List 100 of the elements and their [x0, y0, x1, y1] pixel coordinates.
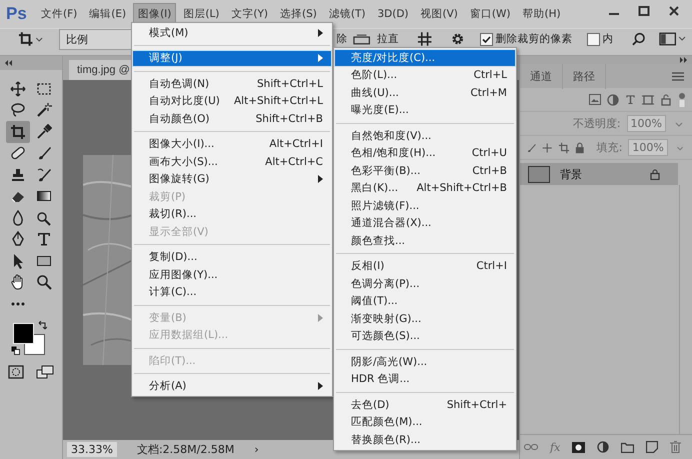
crop-icon	[10, 124, 26, 140]
menu-item[interactable]: 自然饱和度(V)...	[334, 127, 516, 144]
menu-item[interactable]: 颜色查找...	[334, 232, 516, 250]
screen-mode-icon[interactable]	[36, 364, 54, 378]
panel-tab[interactable]: 通道	[520, 64, 563, 88]
menu-item[interactable]: 色阶(L)... Ctrl+L	[334, 66, 516, 84]
layer-row[interactable]: 背景	[520, 163, 678, 185]
collapse-icon[interactable]	[4, 60, 14, 66]
quick-mask-icon[interactable]	[8, 364, 24, 378]
document-size-text: 文档:2.58M/2.58M	[136, 442, 234, 457]
new-layer-icon[interactable]	[646, 441, 658, 453]
menu-item[interactable]: 3D(D)	[372, 4, 414, 24]
menu-item[interactable]: 图像大小(I)... Alt+Ctrl+I	[132, 136, 332, 153]
menu-item[interactable]: 去色(D) Shift+Ctrl+	[334, 396, 516, 414]
trash-icon[interactable]	[670, 441, 682, 453]
close-icon[interactable]	[668, 5, 680, 17]
color-swatches-icon[interactable]	[13, 322, 45, 354]
menu-item[interactable]: 窗口(W)	[464, 3, 516, 25]
menu-item[interactable]: 帮助(H)	[518, 3, 566, 25]
menu-item[interactable]: 编辑(E)	[84, 3, 132, 25]
menu-item[interactable]: 匹配颜色(M)...	[334, 414, 516, 431]
menu-item[interactable]: 亮度/对比度(C)...	[334, 49, 516, 66]
fill-label: 填充:	[596, 140, 622, 155]
panel-icon[interactable]	[659, 32, 686, 46]
type-icon	[36, 231, 52, 248]
panel-tab[interactable]: 路径	[563, 64, 606, 88]
more-icon	[10, 302, 26, 306]
menu-item[interactable]: 选择(S)	[275, 3, 322, 25]
menu-item[interactable]: 视图(V)	[416, 3, 463, 25]
layer-name: 背景	[560, 166, 583, 182]
type-filter-icon[interactable]	[625, 94, 636, 105]
menu-item[interactable]: 曝光度(E)...	[334, 102, 516, 119]
menu-item[interactable]: 应用图像(Y)...	[132, 266, 332, 284]
menu-item[interactable]: 阴影/高光(W)...	[334, 353, 516, 370]
mask-icon[interactable]	[572, 442, 586, 452]
image-filter-icon[interactable]	[589, 94, 601, 105]
menu-icon[interactable]	[672, 72, 684, 80]
menu-item[interactable]: 图像旋转(G)	[132, 170, 332, 188]
maximize-icon[interactable]	[638, 5, 650, 17]
menu-item[interactable]: 阈值(T)...	[334, 292, 516, 310]
menu-item[interactable]: 替换颜色(R)...	[334, 431, 516, 448]
adjustment-layer-icon[interactable]	[597, 441, 610, 453]
clear-button[interactable]: 除	[336, 32, 348, 46]
default-colors-icon[interactable]	[11, 346, 20, 354]
menu-item[interactable]: 黑白(K)... Alt+Shift+Ctrl+B	[334, 180, 516, 197]
menu-item[interactable]: 通道混合器(X)...	[334, 214, 516, 232]
blur-icon	[10, 210, 26, 226]
checkbox-label: 删除裁剪的像素	[496, 32, 573, 46]
crop-tool[interactable]	[6, 121, 30, 142]
layer-thumbnail	[528, 166, 550, 182]
search-icon[interactable]	[632, 32, 646, 46]
filter-toggle-icon[interactable]	[678, 92, 686, 108]
straighten-button[interactable]: 拉直	[376, 32, 399, 46]
menu-item[interactable]: 色相/饱和度(H)... Ctrl+U	[334, 144, 516, 162]
marquee-icon	[36, 80, 52, 97]
menu-item[interactable]: 照片滤镜(F)...	[334, 197, 516, 214]
menu-item[interactable]: 计算(C)...	[132, 284, 332, 301]
shape-filter-icon[interactable]	[642, 94, 654, 106]
link-icon[interactable]	[524, 443, 538, 451]
menu-item[interactable]: 文字(Y)	[226, 3, 274, 25]
menu-item[interactable]: 复制(D)...	[132, 248, 332, 266]
folder-icon[interactable]	[621, 442, 634, 452]
app-logo[interactable]: Ps	[6, 4, 36, 24]
collapse-icon[interactable]	[678, 57, 688, 63]
checkbox[interactable]	[480, 32, 493, 46]
zoom-level-field[interactable]: 33.33%	[67, 442, 117, 457]
menu-item[interactable]: 曲线(U)... Ctrl+M	[334, 84, 516, 102]
menu-item[interactable]: 分析(A)	[132, 378, 332, 395]
menu-item[interactable]: 渐变映射(G)...	[334, 310, 516, 328]
menu-item[interactable]: 图层(L)	[178, 3, 224, 25]
lasso-icon	[10, 102, 26, 118]
menu-item[interactable]: 滤镜(T)	[324, 3, 370, 25]
settings-icon[interactable]	[450, 31, 466, 47]
checkbox-label: 内	[602, 32, 614, 46]
menu-item[interactable]: 自动对比度(U) Alt+Shift+Ctrl+L	[132, 92, 332, 110]
grid-icon[interactable]	[416, 31, 432, 47]
brush-icon	[36, 145, 52, 162]
menu-item[interactable]: 色调分离(P)...	[334, 275, 516, 292]
brush-lock-icon[interactable]	[526, 142, 536, 154]
menu-item[interactable]: 色彩平衡(B)... Ctrl+B	[334, 162, 516, 180]
menu-item[interactable]: 裁切(R)...	[132, 206, 332, 223]
swap-icon[interactable]	[38, 320, 47, 330]
status-menu-arrow[interactable]: ›	[254, 443, 259, 456]
menu-item[interactable]: 文件(F)	[36, 3, 82, 25]
menu-item[interactable]: 自动颜色(O) Shift+Ctrl+B	[132, 110, 332, 128]
menu-item[interactable]: HDR 色调...	[334, 370, 516, 388]
menu-item[interactable]: 反相(I) Ctrl+I	[334, 258, 516, 275]
move-lock-icon[interactable]	[542, 142, 553, 154]
adjustment-filter-icon[interactable]	[607, 94, 619, 106]
menu-item[interactable]: 调整(J)	[132, 50, 332, 67]
menu-item[interactable]: 画布大小(S)... Alt+Ctrl+C	[132, 153, 332, 170]
eyedropper-icon	[36, 124, 52, 140]
straighten-icon[interactable]	[353, 32, 371, 46]
stamp-icon	[10, 166, 26, 183]
smart-object-filter-icon[interactable]	[660, 94, 672, 106]
crop-icon[interactable]	[18, 31, 44, 47]
zoom-icon	[36, 274, 52, 290]
menu-item[interactable]: 可选颜色(S)...	[334, 328, 516, 345]
checkbox[interactable]	[586, 32, 600, 46]
lock-icon[interactable]	[575, 142, 585, 154]
